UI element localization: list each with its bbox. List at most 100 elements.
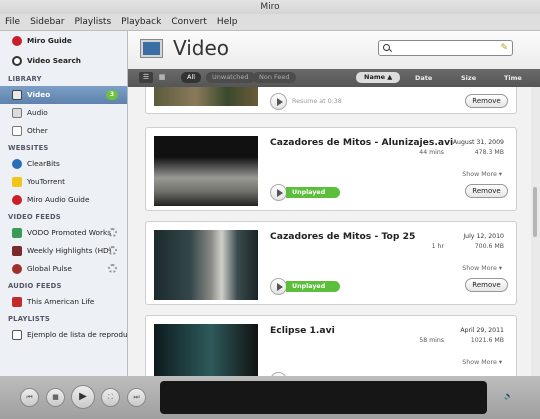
sidebar-item-miro-guide[interactable]: Miro Guide [0,31,127,51]
menu-bar: File Sidebar Playlists Playback Convert Help [0,14,540,31]
status-badge: Unplayed [286,187,340,198]
unwatched-count-badge: 3 [106,90,118,100]
list-view-icon[interactable]: ☰ [139,72,153,83]
video-thumbnail[interactable] [154,230,258,300]
video-icon [141,40,162,57]
list-toolbar: ☰ ▦ All Unwatched Non Feed Name ▲ Date S… [128,69,540,87]
other-icon [12,126,22,136]
stop-button[interactable]: ■ [46,388,65,407]
list-item[interactable]: Resume at 0:38 Remove [145,87,517,114]
video-title: Cazadores de Mitos - Alunizajes.avi [270,137,454,148]
sidebar-item-global-pulse[interactable]: Global Pulse [0,260,127,278]
audio-icon [12,108,22,118]
fullscreen-button[interactable]: ⛶ [101,388,120,407]
video-date: August 31, 2009 [452,139,504,146]
video-thumbnail[interactable] [154,136,258,206]
sidebar-item-clearbits[interactable]: ClearBits [0,155,127,173]
menu-playlists[interactable]: Playlists [69,14,116,30]
playlists-heading: PLAYLISTS [8,315,50,323]
show-more-link[interactable]: Show More ▾ [462,171,502,178]
remove-button[interactable]: Remove [465,94,508,108]
content-header: Video ✎ [128,31,540,69]
sidebar-item-this-american-life[interactable]: This American Life [0,293,127,311]
menu-help[interactable]: Help [212,14,243,30]
youtorrent-icon [12,177,22,187]
remove-button[interactable]: Remove [465,184,508,198]
sidebar-item-video-search[interactable]: Video Search [0,51,127,71]
status-label: Resume at 0:38 [292,98,342,105]
list-item[interactable]: Cazadores de Mitos - Top 25 July 12, 201… [145,221,517,305]
play-button[interactable] [270,278,287,295]
play-button[interactable] [270,93,287,110]
vodo-icon [12,228,22,238]
feed-icon [12,264,22,274]
menu-playback[interactable]: Playback [116,14,166,30]
sidebar-item-video[interactable]: Video 3 [0,86,127,104]
clear-search-icon[interactable]: ✎ [500,43,508,53]
video-icon [12,90,22,100]
show-more-link[interactable]: Show More ▾ [462,359,502,366]
filter-non-feed[interactable]: Non Feed [253,72,296,83]
now-playing-display [160,381,487,414]
column-date[interactable]: Date [415,69,432,87]
window-title: Miro [260,2,280,12]
video-thumbnail[interactable] [154,324,258,376]
loading-spinner-icon [108,246,117,255]
video-search-icon [12,56,22,66]
scrollbar-thumb[interactable] [533,187,537,237]
show-more-link[interactable]: Show More ▾ [462,265,502,272]
websites-heading: WEBSITES [8,144,49,152]
window-titlebar: Miro [0,0,540,14]
video-size: 478.3 MB [474,149,504,156]
play-button[interactable] [270,184,287,201]
page-title: Video [173,36,230,60]
sidebar-item-miro-audio-guide[interactable]: Miro Audio Guide [0,191,127,209]
video-date: July 12, 2010 [463,233,504,240]
filter-unwatched[interactable]: Unwatched [206,72,255,83]
video-duration: 58 mins [419,337,444,344]
sidebar-item-youtorrent[interactable]: YouTorrent [0,173,127,191]
menu-convert[interactable]: Convert [166,14,212,30]
playlist-icon [12,330,22,340]
audio-feeds-heading: AUDIO FEEDS [8,282,62,290]
video-size: 1021.6 MB [470,337,504,344]
play-pause-button[interactable]: ▶ [71,385,95,409]
video-duration: 1 hr [431,243,444,250]
filter-all[interactable]: All [181,72,202,83]
status-badge: Unplayed [286,281,340,292]
sidebar-item-vodo[interactable]: VODO Promoted Works [0,224,127,242]
volume-icon[interactable]: 🔈 [504,392,513,400]
video-feeds-heading: VIDEO FEEDS [8,213,61,221]
sidebar-item-playlist[interactable]: Ejemplo de lista de reproduc [0,326,127,344]
video-duration: 44 mins [419,149,444,156]
previous-button[interactable]: ⏮ [20,388,39,407]
video-size: 700.6 MB [474,243,504,250]
video-thumbnail[interactable] [154,87,258,106]
search-input[interactable]: ✎ [378,40,513,56]
menu-sidebar[interactable]: Sidebar [25,14,69,30]
video-list: Resume at 0:38 Remove Cazadores de Mitos… [128,87,540,376]
podcast-icon [12,297,22,307]
column-time[interactable]: Time [504,69,522,87]
clearbits-icon [12,159,22,169]
sidebar-item-other[interactable]: Other [0,122,127,140]
loading-spinner-icon [108,264,117,273]
sidebar-item-weekly-highlights[interactable]: Weekly Highlights (HD) [0,242,127,260]
remove-button[interactable]: Remove [465,278,508,292]
list-item[interactable]: Cazadores de Mitos - Alunizajes.avi Augu… [145,127,517,211]
loading-spinner-icon [108,228,117,237]
sidebar-item-audio[interactable]: Audio [0,104,127,122]
scrollbar[interactable] [531,87,540,376]
column-size[interactable]: Size [461,69,476,87]
miro-logo-icon [12,195,22,205]
next-button[interactable]: ⏭ [127,388,146,407]
video-title: Cazadores de Mitos - Top 25 [270,231,416,242]
library-heading: LIBRARY [8,75,42,83]
video-title: Eclipse 1.avi [270,325,335,336]
grid-view-icon[interactable]: ▦ [155,72,169,83]
video-date: April 29, 2011 [460,327,504,334]
column-name[interactable]: Name ▲ [356,72,401,83]
menu-file[interactable]: File [0,14,25,30]
playback-bar: ⏮ ■ ▶ ⛶ ⏭ 🔈 [0,376,540,419]
list-item[interactable]: Eclipse 1.avi April 29, 2011 58 mins 102… [145,315,517,376]
